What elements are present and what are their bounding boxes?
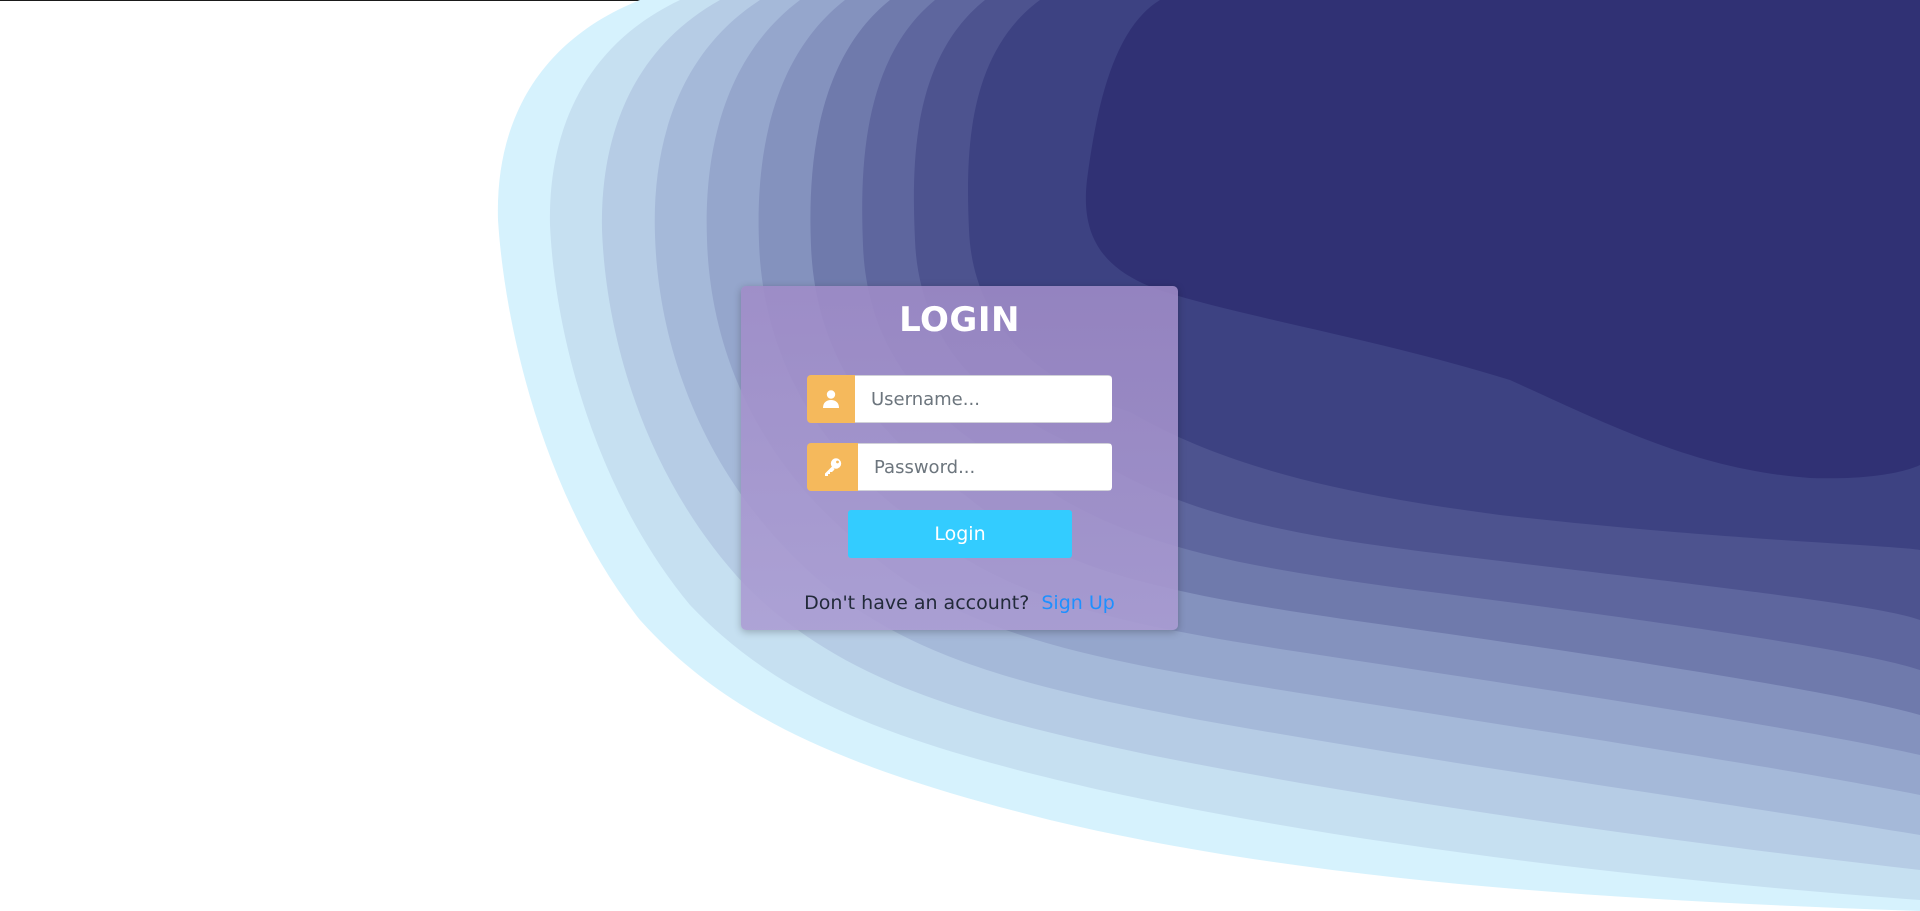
signup-row: Don't have an account? Sign Up bbox=[741, 592, 1178, 614]
signup-prompt: Don't have an account? bbox=[804, 592, 1030, 614]
login-title: LOGIN bbox=[899, 300, 1020, 340]
signup-link[interactable]: Sign Up bbox=[1041, 592, 1114, 614]
user-icon bbox=[807, 375, 855, 423]
login-card: LOGIN Login Don't have an ac bbox=[741, 286, 1178, 630]
username-input-group bbox=[807, 375, 1112, 423]
username-input[interactable] bbox=[855, 375, 1112, 423]
password-input-group bbox=[807, 443, 1112, 491]
key-icon bbox=[807, 443, 858, 491]
login-page: LOGIN Login Don't have an ac bbox=[0, 0, 1920, 911]
password-input[interactable] bbox=[858, 443, 1112, 491]
login-button[interactable]: Login bbox=[848, 510, 1072, 558]
